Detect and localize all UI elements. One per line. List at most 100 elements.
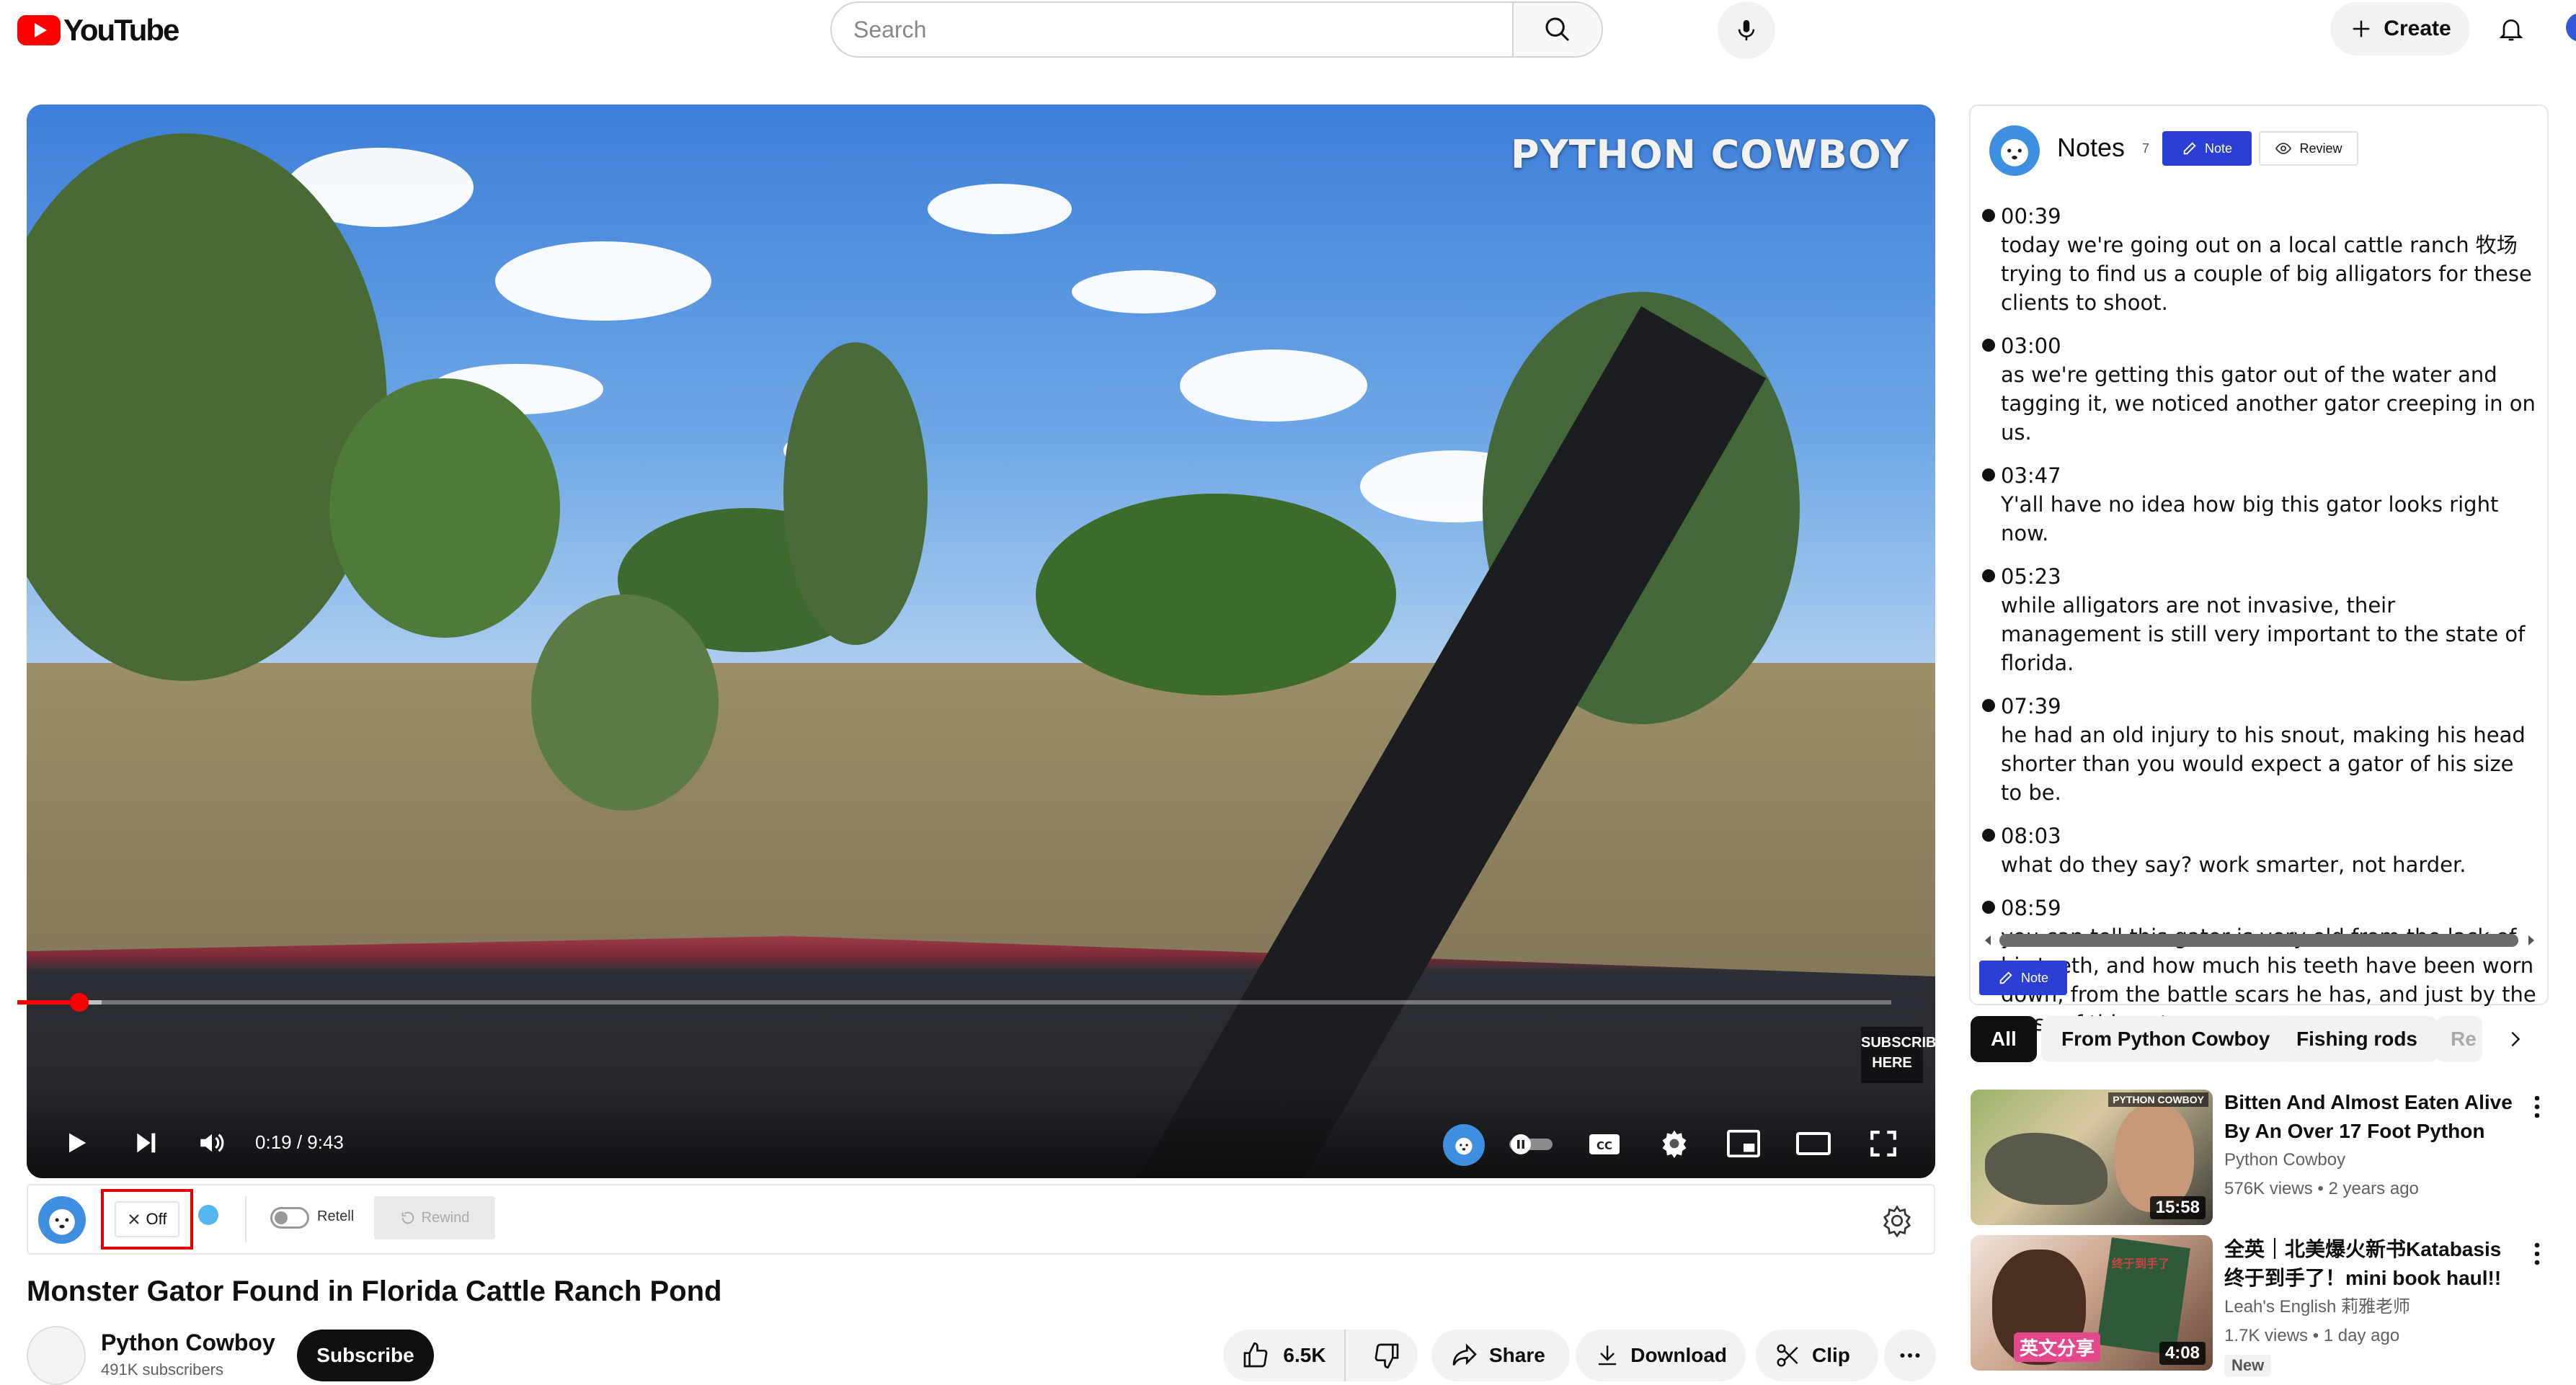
recommendation-thumbnail[interactable]: 终于到手了 英文分享 4:08 bbox=[1971, 1235, 2213, 1371]
notes-count: 7 bbox=[2142, 141, 2150, 156]
recommendation-channel[interactable]: Leah's English 莉雅老师 bbox=[2224, 1294, 2410, 1320]
download-icon bbox=[1599, 1345, 1617, 1366]
chevron-right-icon bbox=[2511, 1031, 2521, 1047]
settings-button[interactable] bbox=[1655, 1124, 1694, 1163]
search-button[interactable] bbox=[1512, 3, 1602, 56]
plus-icon bbox=[2353, 20, 2370, 37]
note-timestamp[interactable]: 00:39 bbox=[2001, 202, 2537, 231]
svg-text:CC: CC bbox=[1596, 1139, 1612, 1152]
pencil-icon bbox=[1999, 971, 2012, 984]
note-button[interactable]: Note bbox=[2162, 131, 2252, 166]
recommendation-menu-button[interactable] bbox=[2526, 1239, 2549, 1268]
chips-next-button[interactable] bbox=[2492, 1016, 2539, 1062]
subscribe-button[interactable]: Subscribe bbox=[297, 1330, 434, 1381]
miniplayer-button[interactable] bbox=[1724, 1124, 1763, 1163]
progress-scrubber[interactable] bbox=[69, 993, 89, 1012]
play-icon bbox=[69, 1133, 86, 1153]
scroll-left-icon bbox=[1985, 935, 1991, 945]
download-label: Download bbox=[1630, 1344, 1727, 1366]
autoplay-toggle[interactable] bbox=[1508, 1131, 1554, 1157]
review-button[interactable]: Review bbox=[2259, 131, 2358, 166]
recommendation-menu-button[interactable] bbox=[2526, 1092, 2549, 1121]
off-button-highlighted[interactable]: Off bbox=[101, 1189, 193, 1250]
notifications-button[interactable] bbox=[2490, 7, 2533, 50]
bottom-note-button[interactable]: Note bbox=[1979, 961, 2067, 995]
search-input[interactable] bbox=[832, 3, 1512, 56]
next-button[interactable] bbox=[127, 1124, 164, 1162]
note-button-label: Note bbox=[2204, 141, 2233, 156]
channel-subscribers: 491K subscribers bbox=[101, 1360, 223, 1379]
more-vertical-icon bbox=[2534, 1242, 2540, 1265]
recommendation-title[interactable]: 全英｜北美爆火新书Katabasis 终于到手了！mini book haul!… bbox=[2224, 1235, 2520, 1293]
progress-bar[interactable] bbox=[17, 993, 1891, 1012]
chip-all[interactable]: All bbox=[1971, 1016, 2037, 1062]
chip-fishing-rods[interactable]: Fishing rods bbox=[2276, 1016, 2438, 1062]
thumbnail-label: PYTHON COWBOY bbox=[2108, 1092, 2208, 1107]
more-actions-button[interactable] bbox=[1884, 1330, 1936, 1381]
note-timestamp[interactable]: 08:59 bbox=[2001, 894, 2537, 922]
voice-search-button[interactable] bbox=[1718, 1, 1775, 59]
dog-face-icon bbox=[2001, 138, 2028, 166]
extension-avatar-button[interactable] bbox=[1443, 1124, 1485, 1166]
note-timestamp[interactable]: 08:03 bbox=[2001, 821, 2537, 850]
youtube-logo[interactable]: YouTube bbox=[17, 13, 179, 48]
scrollbar-thumb[interactable] bbox=[1999, 934, 2518, 947]
note-timestamp[interactable]: 07:39 bbox=[2001, 692, 2537, 721]
create-button[interactable]: Create bbox=[2330, 2, 2470, 55]
off-label: Off bbox=[146, 1210, 167, 1228]
clip-button[interactable]: Clip bbox=[1756, 1330, 1878, 1381]
dog-face-icon bbox=[49, 1208, 75, 1235]
note-item[interactable]: 03:47 Y'all have no idea how big this gat… bbox=[1982, 461, 2537, 548]
recommendation-meta: 1.7K views • 1 day ago bbox=[2224, 1326, 2400, 1345]
off-button[interactable]: Off bbox=[114, 1201, 180, 1237]
note-item[interactable]: 07:39 he had an old injury to his snout, … bbox=[1982, 692, 2537, 807]
volume-icon bbox=[200, 1134, 224, 1152]
note-timestamp[interactable]: 03:00 bbox=[2001, 331, 2537, 360]
chip-from-python-cowboy[interactable]: From Python Cowboy bbox=[2041, 1016, 2291, 1062]
video-title: Monster Gator Found in Florida Cattle Ra… bbox=[27, 1275, 722, 1307]
recommendation-thumbnail[interactable]: PYTHON COWBOY 15:58 bbox=[1971, 1090, 2213, 1225]
share-button[interactable]: Share bbox=[1431, 1330, 1570, 1381]
recommendation-title[interactable]: Bitten And Almost Eaten Alive By An Over… bbox=[2224, 1088, 2520, 1146]
download-button[interactable]: Download bbox=[1576, 1330, 1746, 1381]
video-duration: 4:08 bbox=[2159, 1342, 2206, 1365]
recommendation-channel[interactable]: Python Cowboy bbox=[2224, 1147, 2345, 1173]
skip-next-icon bbox=[137, 1133, 156, 1153]
channel-avatar[interactable] bbox=[27, 1326, 86, 1385]
video-player[interactable]: PYTHON COWBOY SUBSCRIBE HERE bbox=[27, 104, 1935, 1178]
extension-settings-button[interactable] bbox=[1877, 1201, 1917, 1241]
youtube-play-icon bbox=[17, 15, 61, 45]
rewind-label: Rewind bbox=[421, 1209, 470, 1226]
subscribe-overlay[interactable]: SUBSCRIBE HERE bbox=[1861, 1027, 1935, 1083]
note-timestamp[interactable]: 05:23 bbox=[2001, 562, 2537, 591]
volume-button[interactable] bbox=[192, 1124, 232, 1162]
note-item[interactable]: 05:23 while alligators are not invasive, … bbox=[1982, 562, 2537, 677]
close-icon bbox=[128, 1214, 139, 1224]
fullscreen-button[interactable] bbox=[1864, 1124, 1903, 1163]
extension-avatar[interactable] bbox=[38, 1196, 86, 1244]
theater-mode-button[interactable] bbox=[1793, 1124, 1834, 1163]
play-button[interactable] bbox=[58, 1124, 95, 1162]
share-icon bbox=[1452, 1343, 1477, 1366]
search-bar bbox=[830, 1, 1603, 58]
account-avatar[interactable] bbox=[2566, 13, 2576, 42]
note-item[interactable]: 08:03 what do they say? work smarter, not… bbox=[1982, 821, 2537, 879]
thumbnail-tag: 终于到手了 bbox=[2112, 1258, 2170, 1270]
captions-button[interactable]: CC bbox=[1586, 1128, 1623, 1161]
rewind-button[interactable]: Rewind bbox=[374, 1196, 495, 1239]
retell-toggle[interactable] bbox=[270, 1207, 309, 1229]
note-timestamp[interactable]: 03:47 bbox=[2001, 461, 2537, 490]
note-item[interactable]: 03:00 as we're getting this gator out of … bbox=[1982, 331, 2537, 447]
dislike-button[interactable] bbox=[1356, 1341, 1418, 1370]
notes-horizontal-scrollbar[interactable] bbox=[1982, 934, 2537, 947]
like-dislike-group: 6.5K bbox=[1223, 1330, 1418, 1381]
like-button[interactable]: 6.5K bbox=[1223, 1330, 1346, 1381]
chip-truncated[interactable]: Re bbox=[2436, 1016, 2482, 1062]
notes-list: 00:39 today we're going out on a local ca… bbox=[1982, 202, 2537, 1052]
thumbs-down-icon bbox=[1374, 1343, 1399, 1369]
eye-icon bbox=[2275, 143, 2292, 154]
channel-name[interactable]: Python Cowboy bbox=[101, 1330, 275, 1356]
notes-avatar bbox=[1989, 125, 2040, 176]
pencil-icon bbox=[2183, 142, 2196, 155]
note-item[interactable]: 00:39 today we're going out on a local ca… bbox=[1982, 202, 2537, 317]
